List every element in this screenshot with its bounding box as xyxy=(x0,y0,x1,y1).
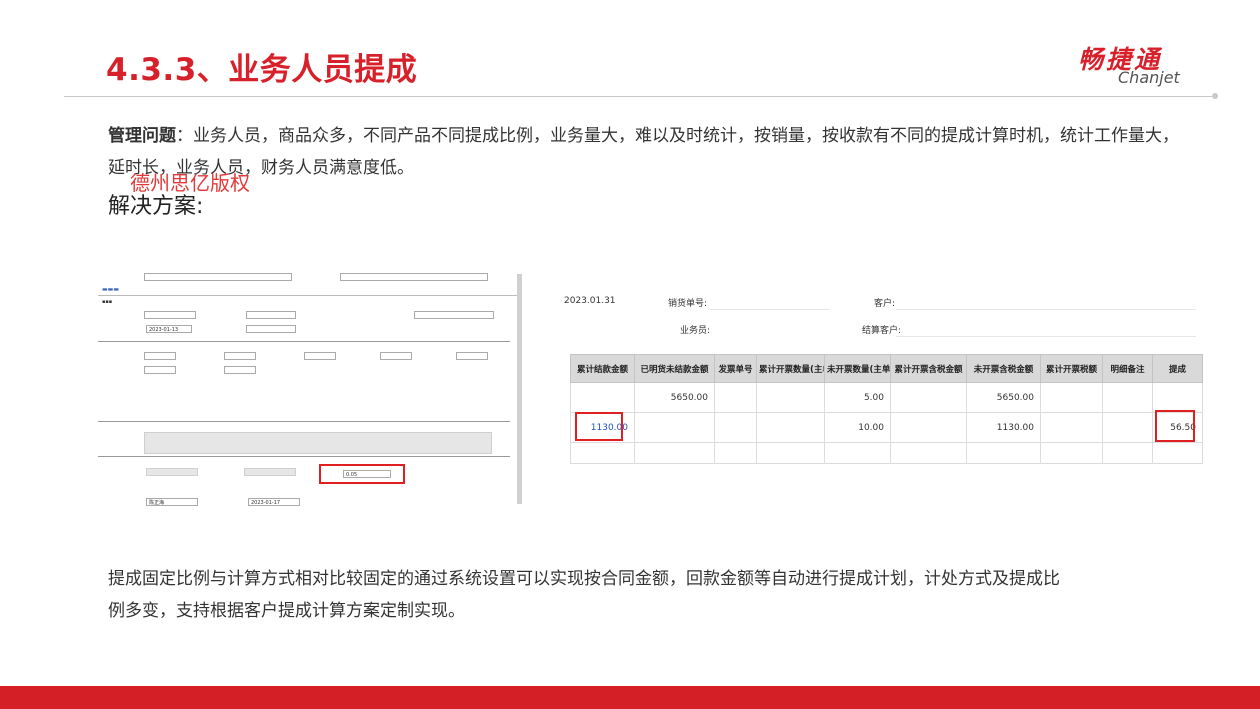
form-tab-1: ▬▬▬ xyxy=(102,286,120,293)
table-cell xyxy=(570,382,635,413)
table-cell xyxy=(890,442,967,464)
form-select-2 xyxy=(340,273,488,281)
table-cell xyxy=(1102,412,1153,443)
table-cell xyxy=(1102,442,1153,464)
form-input-i xyxy=(456,352,488,360)
table-cell xyxy=(890,412,967,443)
table-cell: 1130.00 xyxy=(966,412,1041,443)
col-header: 提成 xyxy=(1152,354,1203,383)
form-input-a xyxy=(144,311,196,319)
form-input-b xyxy=(246,311,296,319)
table-cell: 10.00 xyxy=(824,412,891,443)
form-input-maker: 陈正海 xyxy=(146,498,198,506)
col-header: 已明货未结款金额 xyxy=(634,354,715,383)
table-cell xyxy=(1102,382,1153,413)
form-screenshot: ▬▬▬ ▪▪▪ 2023-01-13 0.05 陈正海 2023-01-17 xyxy=(98,266,522,508)
form-input-make-date: 2023-01-17 xyxy=(248,498,300,506)
table-cell xyxy=(1040,442,1103,464)
col-header: 累计结款金额 xyxy=(570,354,635,383)
form-input-d xyxy=(246,325,296,333)
table-cell xyxy=(756,412,825,443)
form-section-1: ▪▪▪ xyxy=(102,299,113,305)
table-cell: 5650.00 xyxy=(966,382,1041,413)
col-header: 累计开票税额 xyxy=(1040,354,1103,383)
table-cell xyxy=(1152,442,1203,464)
commission-highlight xyxy=(1155,410,1195,442)
table-cell xyxy=(634,442,715,464)
table-cell xyxy=(570,442,635,464)
form-input-m xyxy=(244,468,296,476)
table-cell xyxy=(824,442,891,464)
form-input-c xyxy=(414,311,494,319)
form-input-h xyxy=(380,352,412,360)
commission-cell: 56.50 xyxy=(1152,410,1203,443)
col-header: 未开票含税金额 xyxy=(966,354,1041,383)
col-header: 未开票数量(主单位) xyxy=(824,354,891,383)
commission-table: 累计结款金额 已明货未结款金额 发票单号 累计开票数量(主单位) 未开票数量(主… xyxy=(570,354,1203,464)
table-cell: 5.00 xyxy=(824,382,891,413)
form-divider-2 xyxy=(98,421,510,422)
table-row: 5650.00 5.00 5650.00 xyxy=(570,382,1203,413)
table-row: 1130.00 10.00 1130.00 56.50 xyxy=(570,410,1203,443)
form-input-j xyxy=(144,366,176,374)
page-title: 4.3.3、业务人员提成 xyxy=(106,52,418,88)
form-textarea xyxy=(144,432,492,454)
form-input-e xyxy=(144,352,176,360)
footer-bar xyxy=(0,686,1260,709)
form-divider-3 xyxy=(98,456,510,457)
col-header: 累计开票数量(主单位) xyxy=(756,354,825,383)
col-header: 累计开票含税金额 xyxy=(890,354,967,383)
col-header: 发票单号 xyxy=(714,354,757,383)
table-cell xyxy=(756,442,825,464)
table-header-row: 累计结款金额 已明货未结款金额 发票单号 累计开票数量(主单位) 未开票数量(主… xyxy=(570,354,1203,383)
solution-label: 解决方案: xyxy=(108,194,204,219)
sales-no-line xyxy=(710,309,830,310)
table-date: 2023.01.31 xyxy=(564,296,616,306)
form-input-date: 2023-01-13 xyxy=(146,325,192,333)
table-cell xyxy=(1152,382,1203,413)
sales-no-label: 销货单号: xyxy=(668,299,708,309)
table-cell xyxy=(890,382,967,413)
chanjet-logo-en: Chanjet xyxy=(1118,68,1180,87)
table-cell xyxy=(714,442,757,464)
table-cell xyxy=(714,382,757,413)
settle-customer-label: 结算客户: xyxy=(862,326,902,336)
table-cell xyxy=(966,442,1041,464)
table-cell xyxy=(714,412,757,443)
customer-label: 客户: xyxy=(874,299,896,309)
received-amount-cell: 1130.00 xyxy=(570,412,635,443)
form-tab-line xyxy=(98,295,518,296)
form-scrollbar xyxy=(517,274,522,504)
received-amount-highlight xyxy=(575,412,623,441)
form-select-1 xyxy=(144,273,292,281)
form-divider-1 xyxy=(98,341,510,342)
header-divider xyxy=(64,96,1212,97)
problem-paragraph: 管理问题：业务人员，商品众多，不同产品不同提成比例，业务量大，难以及时统计，按销… xyxy=(108,120,1188,184)
table-cell xyxy=(756,382,825,413)
header-divider-dot xyxy=(1212,93,1218,99)
salesperson-label: 业务员: xyxy=(680,326,711,336)
commission-rate-highlight xyxy=(319,464,405,484)
table-row xyxy=(570,442,1203,464)
customer-line xyxy=(896,309,1196,310)
solution-description: 提成固定比例与计算方式相对比较固定的通过系统设置可以实现按合同金额，回款金额等自… xyxy=(108,569,1060,621)
problem-text: ：业务人员，商品众多，不同产品不同提成比例，业务量大，难以及时统计，按销量，按收… xyxy=(108,126,1179,178)
table-cell xyxy=(1040,382,1103,413)
problem-label: 管理问题 xyxy=(108,126,176,146)
form-input-g xyxy=(304,352,336,360)
form-input-f xyxy=(224,352,256,360)
form-input-l xyxy=(146,468,198,476)
table-cell xyxy=(634,412,715,443)
table-cell: 5650.00 xyxy=(634,382,715,413)
col-header: 明细备注 xyxy=(1102,354,1153,383)
table-cell xyxy=(1040,412,1103,443)
form-input-k xyxy=(224,366,256,374)
settle-customer-line xyxy=(896,336,1196,337)
table-screenshot: 2023.01.31 销货单号: 客户: 业务员: 结算客户: 累计结款金额 已… xyxy=(562,288,1206,464)
